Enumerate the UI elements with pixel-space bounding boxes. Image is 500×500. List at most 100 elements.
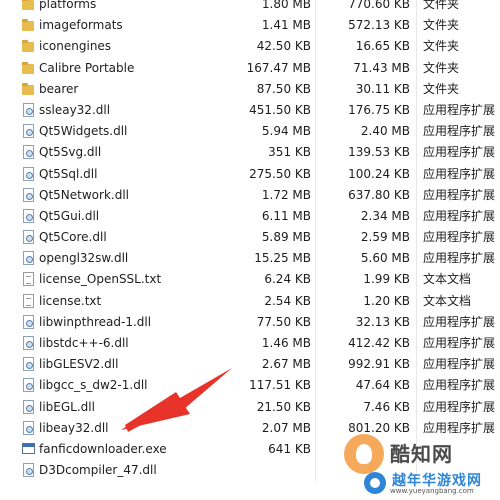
dll-file-icon: [21, 314, 37, 330]
file-type: 文件夹: [423, 18, 460, 33]
file-size: 42.50 KB: [256, 39, 311, 54]
file-packed-size: 637.80 KB: [348, 187, 410, 202]
file-row[interactable]: platforms 1.80 MB 770.60 KB 文件夹: [0, 0, 500, 15]
file-packed-size: 2.59 MB: [360, 230, 410, 245]
dll-file-icon: [21, 208, 37, 224]
file-row[interactable]: imageformats 1.41 MB 572.13 KB 文件夹: [0, 15, 500, 36]
file-row[interactable]: libwinpthread-1.dll 77.50 KB 32.13 KB 应用程序扩…: [0, 312, 500, 333]
file-list-window: platforms 1.80 MB 770.60 KB 文件夹 imageformats…: [0, 0, 500, 500]
file-packed-size: 176.75 KB: [348, 102, 410, 117]
file-row[interactable]: iconengines 42.50 KB 16.65 KB 文件夹: [0, 36, 500, 57]
file-packed-size: 770.60 KB: [348, 0, 410, 11]
file-name: Qt5Gui.dll: [39, 208, 100, 223]
text-file-icon: [21, 272, 37, 287]
file-row[interactable]: libGLESV2.dll 2.67 MB 992.91 KB 应用程序扩展: [0, 354, 500, 375]
file-size: 21.50 KB: [256, 399, 311, 414]
file-row[interactable]: Qt5Svg.dll 351 KB 139.53 KB 应用程序扩展: [0, 142, 500, 163]
file-row[interactable]: Qt5Network.dll 1.72 MB 637.80 KB 应用程序扩展: [0, 185, 500, 206]
folder-icon: [21, 39, 37, 54]
file-row[interactable]: Calibre Portable 167.47 MB 71.43 MB 文件夹: [0, 58, 500, 79]
file-name: bearer: [39, 81, 79, 96]
file-type: 应用程序扩展: [423, 357, 496, 372]
dll-file-icon: [21, 357, 37, 372]
file-type: 应用程序扩展: [423, 102, 496, 117]
file-row[interactable]: Qt5Gui.dll 6.11 MB 2.34 MB 应用程序扩展: [0, 206, 500, 227]
file-row[interactable]: libgcc_s_dw2-1.dll 117.51 KB 47.64 KB 应用程序扩…: [0, 375, 500, 396]
file-name: libeay32.dll: [39, 420, 109, 435]
file-name: Calibre Portable: [39, 60, 135, 75]
file-name: ssleay32.dll: [39, 102, 111, 117]
file-size: 2.67 MB: [261, 357, 311, 372]
file-type: 应用程序扩展: [423, 314, 496, 329]
file-packed-size: 412.42 KB: [348, 336, 410, 350]
file-name: license_OpenSSL.txt: [39, 272, 162, 287]
file-packed-size: 2.34 MB: [360, 208, 410, 223]
watermark-brand: 酷知网: [390, 442, 453, 466]
file-type: 应用程序扩展: [423, 230, 496, 245]
file-packed-size: 572.13 KB: [348, 18, 410, 33]
file-row[interactable]: Qt5Widgets.dll 5.94 MB 2.40 MB 应用程序扩展: [0, 121, 500, 142]
file-packed-size: 71.43 MB: [353, 60, 410, 75]
file-row[interactable]: license_OpenSSL.txt 6.24 KB 1.99 KB 文本文档: [0, 269, 500, 290]
file-packed-size: 100.24 KB: [348, 166, 410, 181]
file-size: 5.94 MB: [261, 124, 311, 139]
file-row[interactable]: libstdc++-6.dll 1.46 MB 412.42 KB 应用程序扩展: [0, 333, 500, 354]
dll-file-icon: [21, 187, 37, 203]
dll-file-icon: [21, 230, 37, 245]
file-name: libwinpthread-1.dll: [39, 314, 152, 329]
file-type: 应用程序扩展: [423, 336, 496, 350]
file-name: libstdc++-6.dll: [39, 336, 129, 350]
file-row[interactable]: ssleay32.dll 451.50 KB 176.75 KB 应用程序扩展: [0, 100, 500, 121]
file-type: 文件夹: [423, 0, 460, 11]
folder-icon: [21, 61, 37, 76]
file-size: 451.50 KB: [249, 102, 311, 117]
watermark-logo: 酷知网 越年华游戏网 www.yueyangbang.com: [340, 428, 500, 500]
file-size: 117.51 KB: [249, 378, 311, 393]
file-size: 2.54 KB: [264, 293, 311, 308]
dll-file-icon: [21, 420, 37, 436]
file-name: Qt5Core.dll: [39, 230, 107, 245]
brand-logo-icon: [344, 434, 384, 474]
file-row[interactable]: opengl32sw.dll 15.25 MB 5.60 MB 应用程序扩展: [0, 248, 500, 269]
file-size: 1.72 MB: [261, 187, 311, 202]
file-packed-size: 1.99 KB: [363, 272, 410, 287]
file-name: platforms: [39, 0, 97, 11]
dll-file-icon: [21, 124, 37, 139]
file-name: libGLESV2.dll: [39, 357, 119, 372]
file-row[interactable]: bearer 87.50 KB 30.11 KB 文件夹: [0, 79, 500, 100]
text-file-icon: [21, 293, 37, 309]
dll-file-icon: [21, 378, 37, 393]
file-packed-size: 992.91 KB: [348, 357, 410, 372]
file-type: 应用程序扩展: [423, 124, 496, 139]
file-packed-size: 2.40 MB: [360, 124, 410, 139]
dll-file-icon: [21, 463, 37, 478]
file-name: iconengines: [39, 39, 112, 54]
file-type: 应用程序扩展: [423, 378, 496, 393]
file-size: 275.50 KB: [249, 166, 311, 181]
file-size: 5.89 MB: [261, 230, 311, 245]
file-name: Qt5Widgets.dll: [39, 124, 128, 139]
file-size: 15.25 MB: [254, 251, 311, 266]
file-size: 6.24 KB: [264, 272, 311, 287]
file-type: 应用程序扩展: [423, 145, 496, 160]
file-row[interactable]: license.txt 2.54 KB 1.20 KB 文本文档: [0, 291, 500, 312]
file-type: 应用程序扩展: [423, 399, 496, 414]
file-row[interactable]: Qt5Core.dll 5.89 MB 2.59 MB 应用程序扩展: [0, 227, 500, 248]
file-row[interactable]: libEGL.dll 21.50 KB 7.46 KB 应用程序扩展: [0, 397, 500, 418]
file-row[interactable]: Qt5Sql.dll 275.50 KB 100.24 KB 应用程序扩展: [0, 164, 500, 185]
file-size: 1.41 MB: [261, 18, 311, 33]
file-type: 文本文档: [423, 293, 472, 308]
file-type: 文件夹: [423, 39, 460, 54]
folder-icon: [21, 0, 37, 12]
file-name: libEGL.dll: [39, 399, 95, 414]
file-packed-size: 47.64 KB: [355, 378, 410, 393]
dll-file-icon: [21, 399, 37, 415]
file-size: 77.50 KB: [256, 314, 311, 329]
file-name: libgcc_s_dw2-1.dll: [39, 378, 148, 393]
file-size: 87.50 KB: [256, 81, 311, 96]
file-name: D3Dcompiler_47.dll: [39, 463, 157, 478]
file-name: fanficdownloader.exe: [39, 441, 167, 456]
site-logo-icon: [364, 472, 386, 494]
file-size: 641 KB: [268, 441, 311, 456]
file-type: 文本文档: [423, 272, 472, 287]
